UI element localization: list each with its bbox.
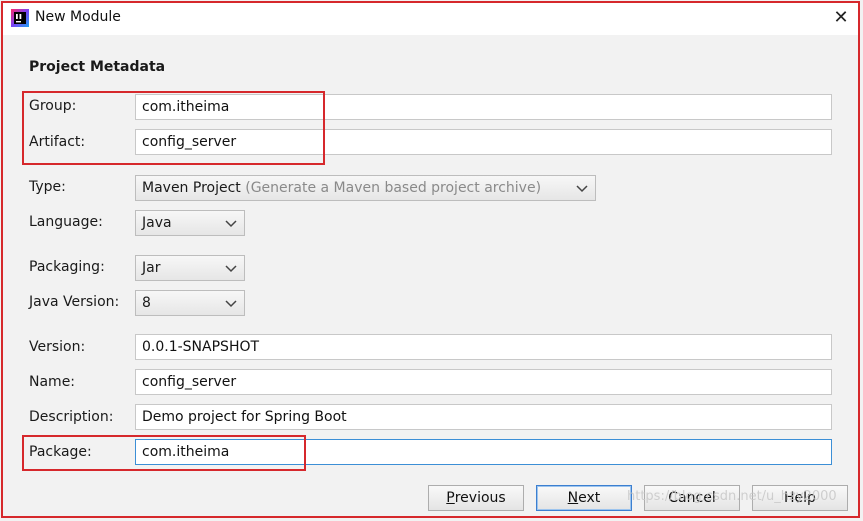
packaging-dropdown[interactable]: Jar xyxy=(135,255,245,281)
artifact-label: Artifact: xyxy=(29,134,86,150)
title-bar: New Module ✕ xyxy=(3,3,858,35)
name-input[interactable] xyxy=(135,369,832,395)
description-label: Description: xyxy=(29,409,114,425)
type-dropdown[interactable]: Maven Project (Generate a Maven based pr… xyxy=(135,175,596,201)
description-input[interactable] xyxy=(135,404,832,430)
version-label: Version: xyxy=(29,339,86,355)
language-dropdown[interactable]: Java xyxy=(135,210,245,236)
java-version-label: Java Version: xyxy=(29,294,120,310)
cancel-button[interactable]: Cancel xyxy=(644,485,740,511)
next-button[interactable]: Next xyxy=(536,485,632,511)
group-label: Group: xyxy=(29,98,77,114)
chevron-down-icon xyxy=(576,185,588,193)
help-button[interactable]: Help xyxy=(752,485,848,511)
group-input[interactable] xyxy=(135,94,832,120)
package-input[interactable] xyxy=(135,439,832,465)
packaging-value: Jar xyxy=(142,260,161,276)
close-icon[interactable]: ✕ xyxy=(828,5,854,31)
language-label: Language: xyxy=(29,214,103,230)
new-module-dialog: New Module ✕ Project Metadata Group: Art… xyxy=(1,1,860,518)
artifact-input[interactable] xyxy=(135,129,832,155)
section-title: Project Metadata xyxy=(29,59,166,75)
type-hint: (Generate a Maven based project archive) xyxy=(245,180,542,196)
window-title: New Module xyxy=(35,9,121,25)
packaging-label: Packaging: xyxy=(29,259,105,275)
chevron-down-icon xyxy=(225,265,237,273)
package-label: Package: xyxy=(29,444,92,460)
next-mnemonic: N xyxy=(567,490,579,506)
next-label-rest: ext xyxy=(578,490,601,506)
previous-button[interactable]: Previous xyxy=(428,485,524,511)
type-label: Type: xyxy=(29,179,66,195)
java-version-dropdown[interactable]: 8 xyxy=(135,290,245,316)
name-label: Name: xyxy=(29,374,76,390)
version-input[interactable] xyxy=(135,334,832,360)
intellij-idea-icon xyxy=(11,9,29,27)
chevron-down-icon xyxy=(225,300,237,308)
previous-mnemonic: P xyxy=(446,490,455,506)
java-version-value: 8 xyxy=(142,295,151,311)
chevron-down-icon xyxy=(225,220,237,228)
previous-label-rest: revious xyxy=(454,490,506,506)
language-value: Java xyxy=(142,215,172,231)
type-value: Maven Project xyxy=(142,180,241,196)
